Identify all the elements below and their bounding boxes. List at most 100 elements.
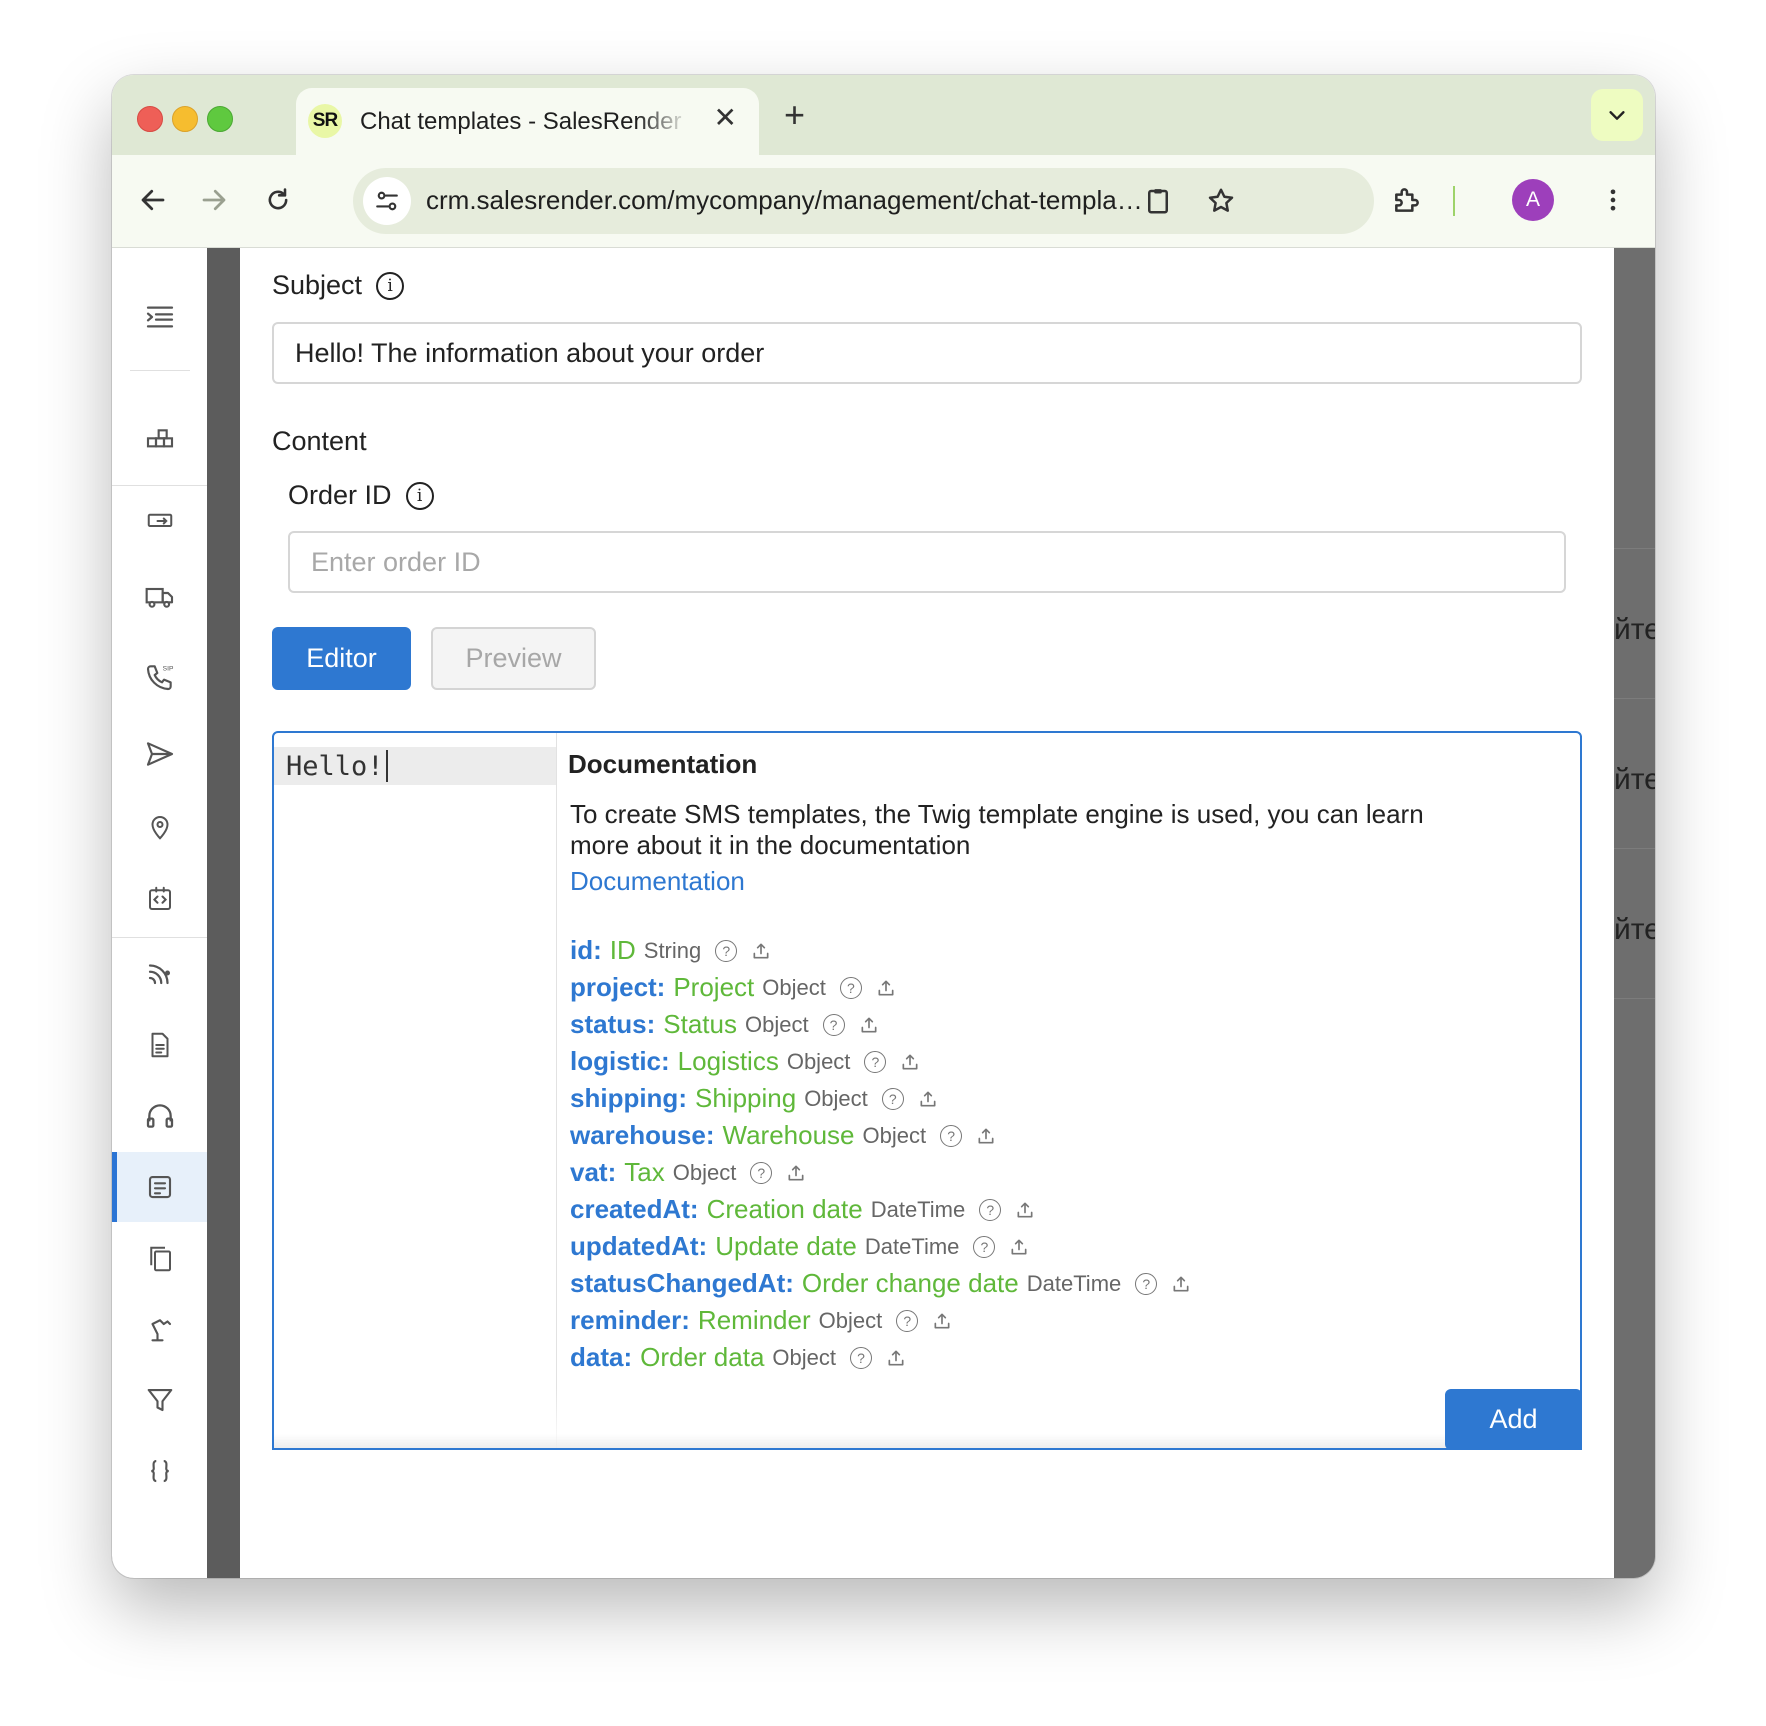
insert-variable-icon[interactable] (976, 1126, 996, 1146)
documentation-pane: Documentation To create SMS templates, t… (556, 733, 1580, 1448)
salesrender-favicon: SR (308, 104, 342, 138)
help-icon[interactable]: ? (864, 1050, 887, 1073)
minimize-window-button[interactable] (172, 106, 198, 132)
arrow-left-icon (141, 189, 165, 211)
sidebar-item-send[interactable] (112, 719, 207, 789)
tab-preview[interactable]: Preview (431, 627, 596, 690)
variable-key[interactable]: logistic: (570, 1046, 670, 1077)
variable-key[interactable]: updatedAt: (570, 1231, 707, 1262)
reload-button[interactable] (255, 177, 301, 223)
variable-key[interactable]: shipping: (570, 1083, 687, 1114)
bookmark-button[interactable] (1198, 178, 1244, 224)
variable-key[interactable]: project: (570, 972, 665, 1003)
insert-variable-icon[interactable] (900, 1052, 920, 1072)
backdrop-row-line (1614, 548, 1655, 549)
insert-variable-icon[interactable] (1171, 1274, 1191, 1294)
order-id-label-row: Order ID i (288, 480, 434, 511)
sidebar-item-modules[interactable] (112, 406, 207, 476)
insert-variable-icon[interactable] (1009, 1237, 1029, 1257)
sidebar-item-documents[interactable] (112, 1010, 207, 1080)
backdrop-gutter (207, 248, 240, 1578)
browser-toolbar: crm.salesrender.com/mycompany/management… (112, 155, 1655, 248)
help-icon[interactable]: ? (940, 1124, 963, 1147)
help-icon[interactable]: ? (973, 1235, 996, 1258)
chevron-down-icon (1609, 111, 1625, 120)
help-icon[interactable]: ? (750, 1161, 773, 1184)
browser-menu-button[interactable] (1590, 177, 1636, 223)
variable-type: DateTime (870, 1196, 966, 1222)
insert-variable-icon[interactable] (751, 941, 771, 961)
order-id-input[interactable]: Enter order ID (288, 531, 1566, 593)
sidebar-item-support[interactable] (112, 1081, 207, 1151)
variable-key[interactable]: data: (570, 1342, 632, 1373)
help-icon[interactable]: ? (715, 939, 738, 962)
code-line[interactable]: Hello! (274, 747, 556, 785)
extensions-button[interactable] (1384, 177, 1430, 223)
variable-key[interactable]: vat: (570, 1157, 616, 1188)
sidebar-item-sip[interactable]: SIP (112, 642, 207, 712)
tab-search-button[interactable] (1591, 89, 1643, 141)
variable-type: Object (862, 1122, 927, 1148)
code-editor[interactable]: Hello! (274, 733, 557, 1448)
variable-row: statusChangedAt: Order change date DateTim… (570, 1265, 1191, 1302)
variable-key[interactable]: reminder: (570, 1305, 690, 1336)
help-icon[interactable]: ? (850, 1346, 873, 1369)
variable-key[interactable]: warehouse: (570, 1120, 715, 1151)
variable-key[interactable]: id: (570, 935, 602, 966)
close-window-button[interactable] (137, 106, 163, 132)
tab-editor[interactable]: Editor (272, 627, 411, 690)
sidebar-item-chat-templates[interactable] (112, 1152, 207, 1222)
variable-name: ID (609, 935, 636, 965)
help-icon[interactable]: ? (822, 1013, 845, 1036)
address-bar[interactable]: crm.salesrender.com/mycompany/management… (353, 168, 1374, 234)
help-icon[interactable]: ? (839, 976, 862, 999)
sidebar-item-code[interactable] (112, 864, 207, 934)
insert-variable-icon[interactable] (859, 1015, 879, 1035)
zoom-window-button[interactable] (207, 106, 233, 132)
variable-row: project: Project Object? (570, 969, 1191, 1006)
clipboard-icon (1148, 189, 1168, 214)
sidebar-item-transfer[interactable] (112, 486, 207, 556)
clipboard-button[interactable] (1135, 178, 1181, 224)
help-icon[interactable]: ? (881, 1087, 904, 1110)
site-settings-button[interactable] (363, 177, 411, 225)
help-icon[interactable]: ? (896, 1309, 919, 1332)
insert-variable-icon[interactable] (918, 1089, 938, 1109)
url-text[interactable]: crm.salesrender.com/mycompany/management… (426, 185, 1146, 216)
svg-text:SIP: SIP (162, 665, 173, 672)
info-icon[interactable]: i (405, 481, 434, 510)
insert-variable-icon[interactable] (876, 978, 896, 998)
forward-button[interactable] (191, 177, 237, 223)
tab-close-icon[interactable]: ✕ (714, 104, 737, 132)
insert-variable-icon[interactable] (932, 1311, 952, 1331)
add-button[interactable]: Add (1445, 1389, 1582, 1450)
variable-key[interactable]: createdAt: (570, 1194, 699, 1225)
sidebar-item-copy[interactable] (112, 1224, 207, 1294)
sidebar-item-delivery[interactable] (112, 562, 207, 632)
active-tab[interactable]: SR Chat templates - SalesRender ✕ (296, 88, 759, 155)
info-icon[interactable]: i (376, 271, 405, 300)
subject-input[interactable]: Hello! The information about your order (272, 322, 1582, 384)
insert-variable-icon[interactable] (786, 1163, 806, 1183)
help-icon[interactable]: ? (979, 1198, 1002, 1221)
insert-variable-icon[interactable] (1015, 1200, 1035, 1220)
sidebar-separator (130, 370, 190, 371)
help-icon[interactable]: ? (1135, 1272, 1158, 1295)
sidebar-item-locations[interactable] (112, 792, 207, 862)
sidebar-toggle[interactable] (112, 282, 207, 352)
insert-variable-icon[interactable] (886, 1348, 906, 1368)
variable-key[interactable]: status: (570, 1009, 655, 1040)
variable-row: status: Status Object? (570, 1006, 1191, 1043)
chat-templates-icon (148, 1175, 171, 1199)
chat-template-modal: Subject i Hello! The information about y… (240, 248, 1614, 1578)
sidebar-item-integrations[interactable] (112, 1436, 207, 1506)
sidebar-item-automation[interactable] (112, 1294, 207, 1364)
sidebar-item-funnel[interactable] (112, 1365, 207, 1435)
documentation-link[interactable]: Documentation (570, 866, 745, 897)
profile-avatar[interactable]: A (1512, 179, 1554, 221)
reload-icon (268, 188, 288, 210)
new-tab-button[interactable]: + (784, 97, 805, 133)
sidebar-item-signal[interactable] (112, 938, 207, 1008)
variable-key[interactable]: statusChangedAt: (570, 1268, 794, 1299)
back-button[interactable] (130, 177, 176, 223)
